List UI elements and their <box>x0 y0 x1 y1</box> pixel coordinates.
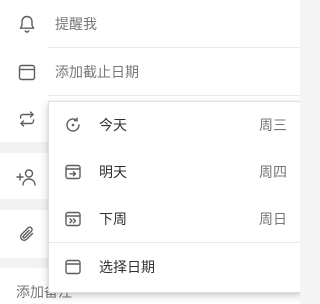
remind-me-label: 提醒我 <box>55 16 97 33</box>
menu-item-label: 今天 <box>99 118 127 134</box>
paperclip-icon <box>16 223 38 245</box>
task-details-pane: 提醒我 添加截止日期 添加备注 今天 周三 明天 周四 下周 周日 选择日期 <box>0 0 300 304</box>
menu-item-day: 周四 <box>259 165 287 181</box>
repeat-icon <box>16 108 38 130</box>
menu-divider <box>49 242 300 243</box>
calendar-today-icon <box>63 115 83 135</box>
menu-item-day: 周三 <box>259 118 287 134</box>
due-date-menu: 今天 周三 明天 周四 下周 周日 选择日期 <box>48 101 300 293</box>
menu-item-today[interactable]: 今天 周三 <box>49 102 300 148</box>
calendar-icon <box>16 61 38 83</box>
add-due-date-row[interactable]: 添加截止日期 <box>0 48 300 95</box>
calendar-tomorrow-icon <box>63 162 83 182</box>
menu-item-pick-date[interactable]: 选择日期 <box>49 244 300 290</box>
calendar-next-week-icon <box>63 209 83 229</box>
menu-item-label: 下周 <box>99 212 127 228</box>
person-add-icon <box>16 166 38 188</box>
remind-me-row[interactable]: 提醒我 <box>0 0 300 47</box>
menu-item-tomorrow[interactable]: 明天 周四 <box>49 149 300 195</box>
menu-item-day: 周日 <box>259 212 287 228</box>
menu-item-label: 明天 <box>99 165 127 181</box>
add-due-date-label: 添加截止日期 <box>55 64 139 81</box>
menu-item-label: 选择日期 <box>99 260 155 276</box>
bell-icon <box>16 13 38 35</box>
calendar-icon <box>63 257 83 277</box>
menu-item-next-week[interactable]: 下周 周日 <box>49 196 300 242</box>
